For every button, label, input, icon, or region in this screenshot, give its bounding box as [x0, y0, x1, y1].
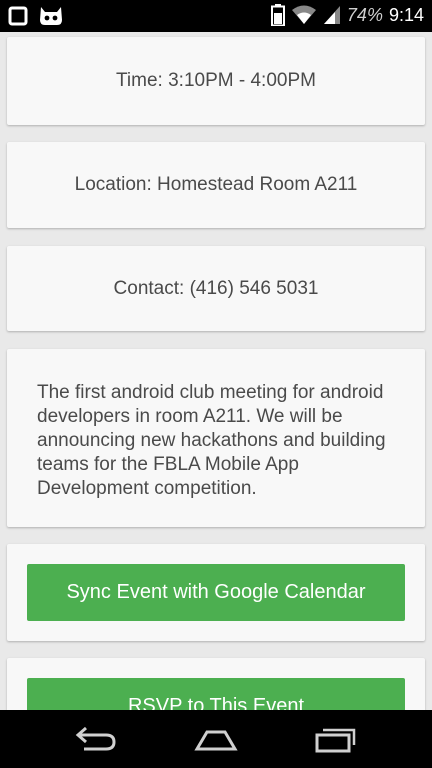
event-details-scroll[interactable]: Time: 3:10PM - 4:00PM Location: Homestea…	[0, 32, 432, 710]
time-card: Time: 3:10PM - 4:00PM	[7, 37, 425, 125]
clock: 9:14	[388, 4, 424, 25]
sync-calendar-button[interactable]: Sync Event with Google Calendar	[27, 564, 405, 621]
description-card: The first android club meeting for andro…	[7, 349, 425, 527]
wifi-icon	[291, 5, 316, 24]
recent-apps-icon[interactable]	[314, 724, 358, 754]
status-left	[8, 6, 64, 26]
sync-card: Sync Event with Google Calendar	[7, 544, 425, 641]
battery-icon	[270, 4, 285, 26]
battery-percent: 74%	[346, 4, 383, 25]
event-contact: Contact: (416) 546 5031	[113, 277, 319, 299]
home-icon[interactable]	[194, 724, 238, 754]
rsvp-card: RSVP to This Event	[7, 658, 425, 710]
notification-square-icon	[8, 6, 28, 26]
event-location: Location: Homestead Room A211	[74, 174, 358, 195]
contact-card: Contact: (416) 546 5031	[7, 246, 425, 331]
signal-icon	[323, 6, 340, 24]
navigation-bar	[0, 710, 432, 768]
rsvp-button[interactable]: RSVP to This Event	[27, 678, 405, 710]
event-description: The first android club meeting for andro…	[37, 382, 386, 499]
status-right: 74% 9:14	[270, 4, 424, 26]
back-icon[interactable]	[74, 724, 118, 754]
status-bar: 74% 9:14	[0, 0, 432, 32]
event-time: Time: 3:10PM - 4:00PM	[116, 70, 316, 91]
cyanogen-mod-icon	[40, 7, 62, 25]
location-card: Location: Homestead Room A211	[7, 142, 425, 228]
